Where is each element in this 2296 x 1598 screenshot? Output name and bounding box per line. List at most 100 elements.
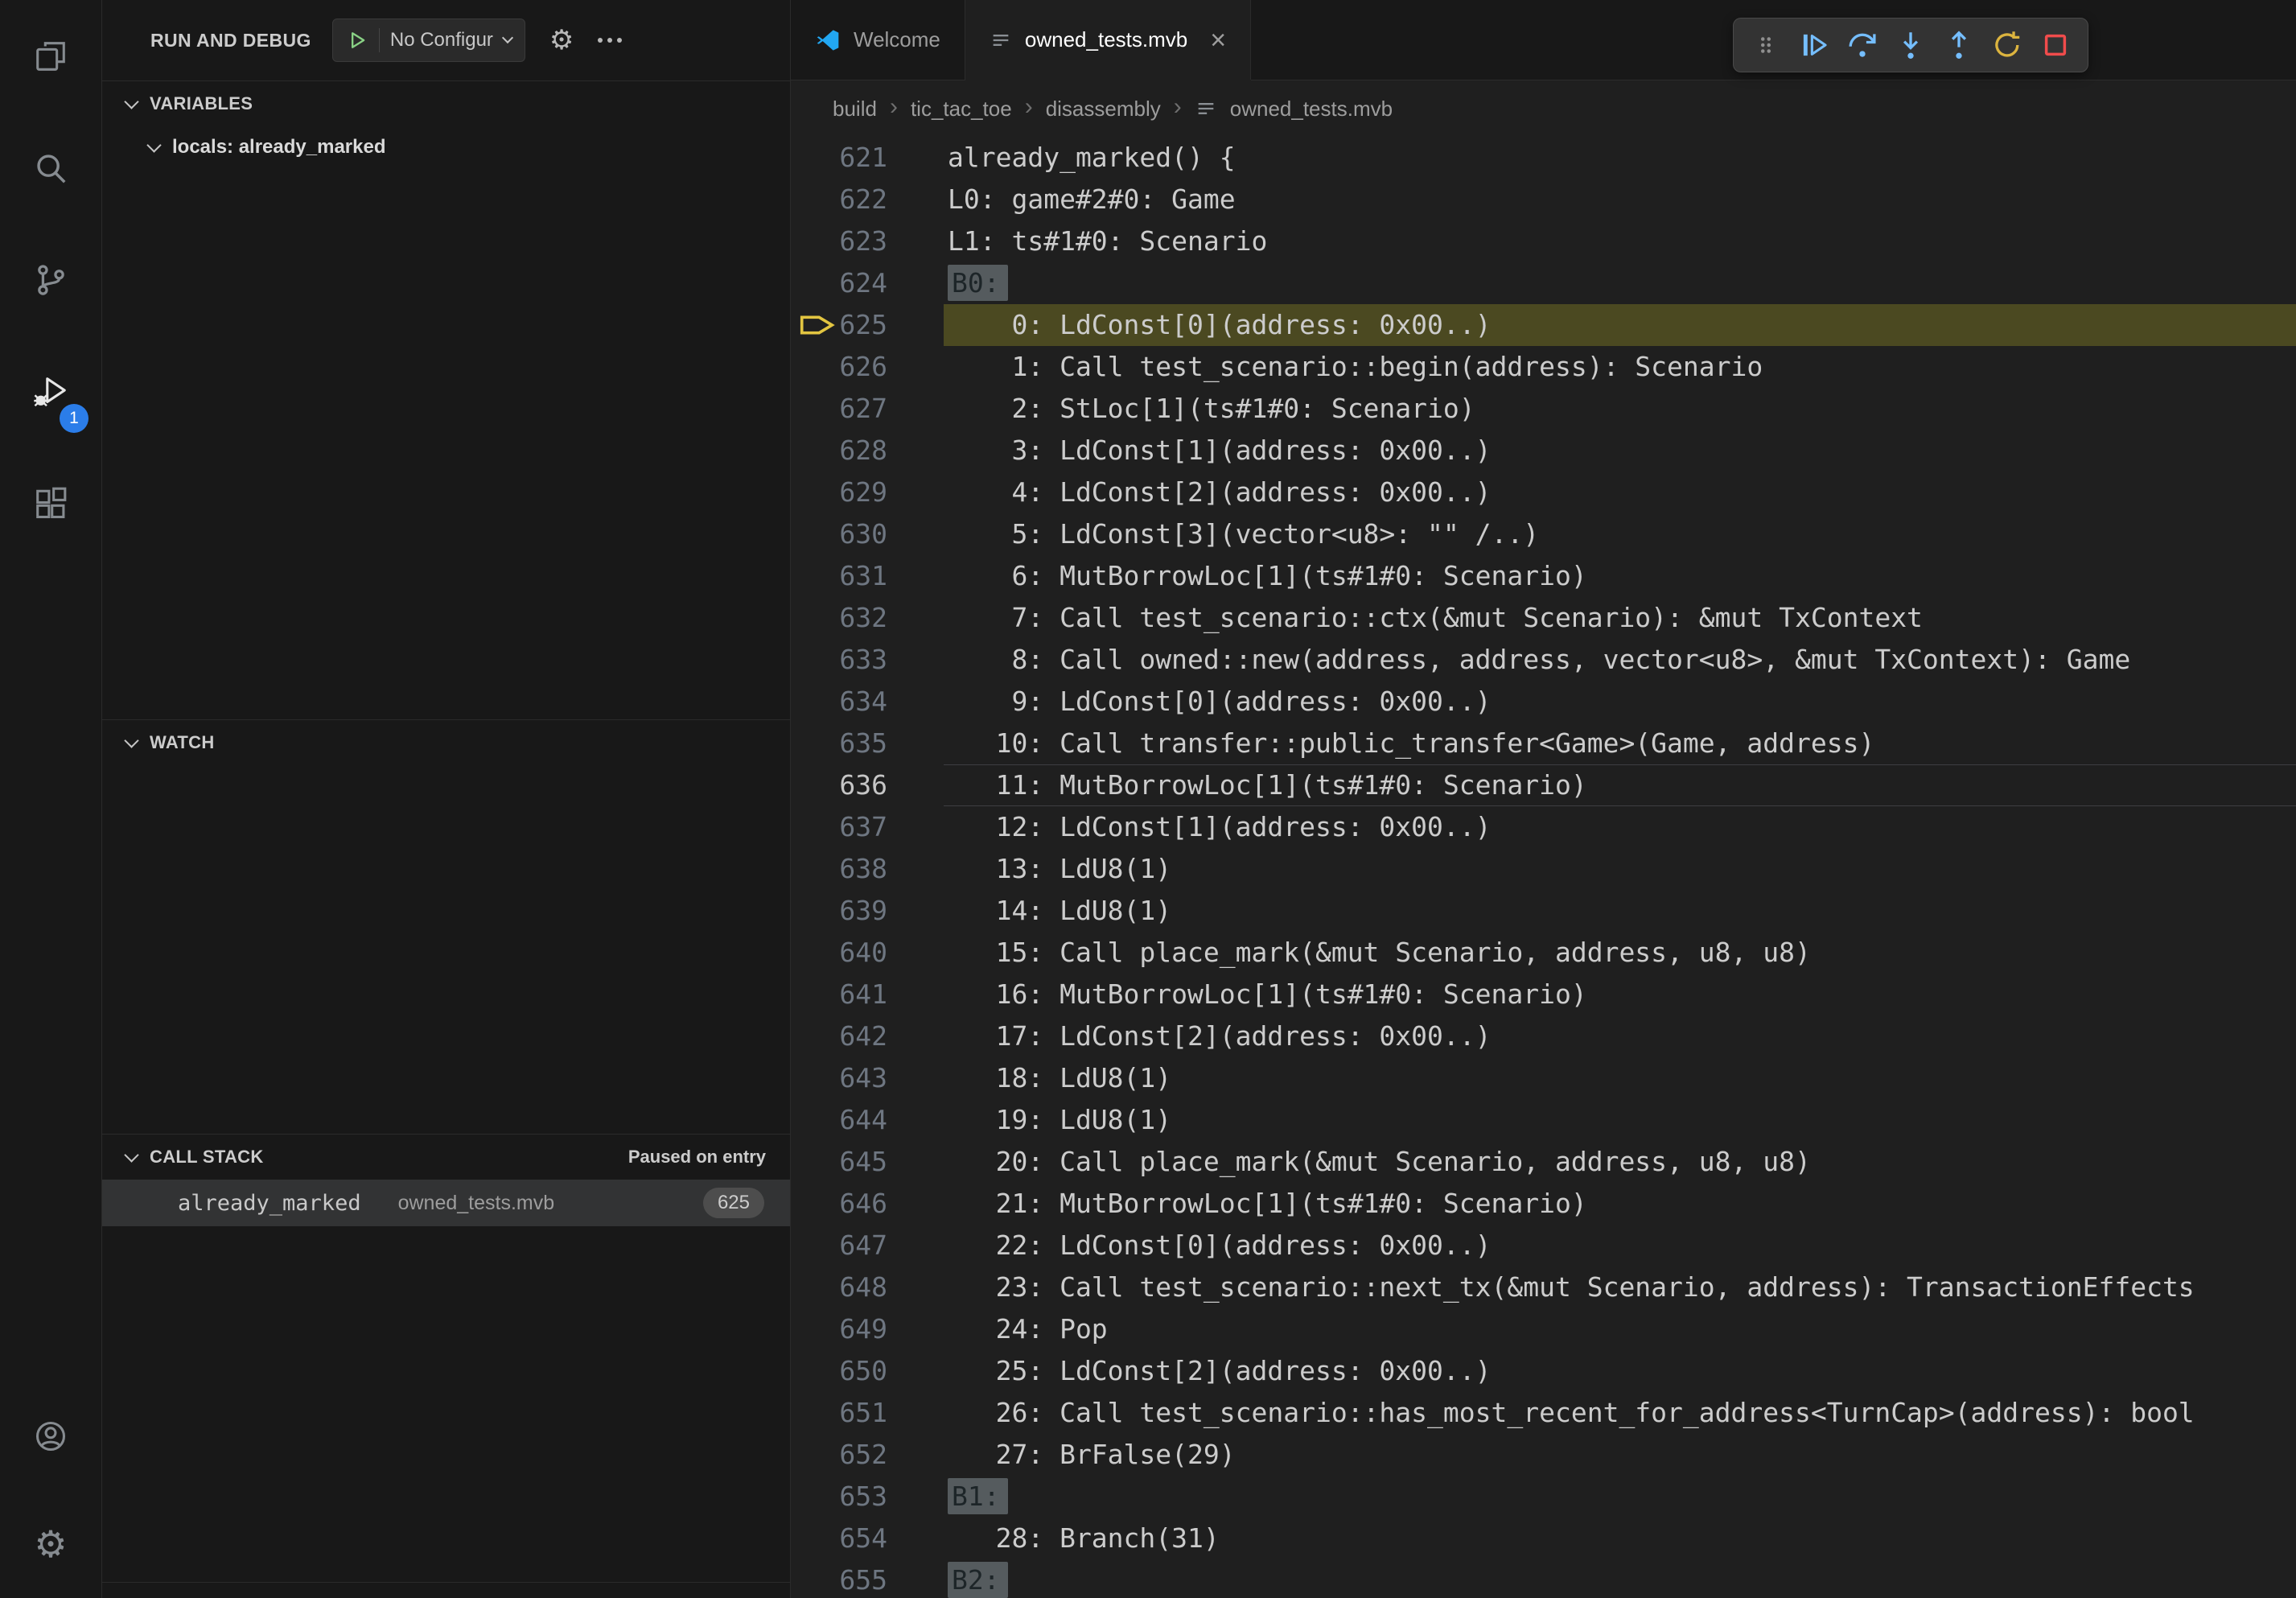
variables-section-header[interactable]: VARIABLES bbox=[102, 81, 790, 126]
gutter-648[interactable]: 648 bbox=[791, 1266, 887, 1308]
code-line-654[interactable]: 654 28: Branch(31) bbox=[791, 1518, 2296, 1559]
breadcrumb-build[interactable]: build bbox=[833, 97, 877, 121]
step-over-button[interactable] bbox=[1840, 23, 1885, 68]
code-line-625[interactable]: 625 0: LdConst[0](address: 0x00..) bbox=[791, 304, 2296, 346]
gutter-630[interactable]: 630 bbox=[791, 513, 887, 555]
code-line-636[interactable]: 636 11: MutBorrowLoc[1](ts#1#0: Scenario… bbox=[791, 764, 2296, 806]
code-line-621[interactable]: 621already_marked() { bbox=[791, 137, 2296, 179]
breakpoints-section-header[interactable]: BREAKPOINTS bbox=[102, 1583, 790, 1598]
gutter-622[interactable]: 622 bbox=[791, 179, 887, 220]
code-line-624[interactable]: 624B0: bbox=[791, 262, 2296, 304]
gutter-642[interactable]: 642 bbox=[791, 1015, 887, 1057]
gutter-625[interactable]: 625 bbox=[791, 304, 887, 346]
code-line-642[interactable]: 642 17: LdConst[2](address: 0x00..) bbox=[791, 1015, 2296, 1057]
gutter-647[interactable]: 647 bbox=[791, 1225, 887, 1266]
gutter-650[interactable]: 650 bbox=[791, 1350, 887, 1392]
debug-gear-icon[interactable]: ⚙ bbox=[549, 27, 574, 54]
gutter-628[interactable]: 628 bbox=[791, 430, 887, 472]
gutter-638[interactable]: 638 bbox=[791, 848, 887, 890]
gutter-651[interactable]: 651 bbox=[791, 1392, 887, 1434]
code-line-627[interactable]: 627 2: StLoc[1](ts#1#0: Scenario) bbox=[791, 388, 2296, 430]
breadcrumb-file[interactable]: owned_tests.mvb bbox=[1230, 97, 1393, 121]
stop-button[interactable] bbox=[2033, 23, 2078, 68]
code-line-634[interactable]: 634 9: LdConst[0](address: 0x00..) bbox=[791, 681, 2296, 723]
code-line-644[interactable]: 644 19: LdU8(1) bbox=[791, 1099, 2296, 1141]
code-line-639[interactable]: 639 14: LdU8(1) bbox=[791, 890, 2296, 932]
code-line-631[interactable]: 631 6: MutBorrowLoc[1](ts#1#0: Scenario) bbox=[791, 555, 2296, 597]
call-stack-section-header[interactable]: CALL STACK Paused on entry bbox=[102, 1135, 790, 1180]
gutter-629[interactable]: 629 bbox=[791, 472, 887, 513]
drag-grip-icon[interactable] bbox=[1743, 23, 1788, 68]
code-line-635[interactable]: 635 10: Call transfer::public_transfer<G… bbox=[791, 723, 2296, 764]
gutter-623[interactable]: 623 bbox=[791, 220, 887, 262]
code-line-655[interactable]: 655B2: bbox=[791, 1559, 2296, 1598]
code-line-646[interactable]: 646 21: MutBorrowLoc[1](ts#1#0: Scenario… bbox=[791, 1183, 2296, 1225]
code-line-629[interactable]: 629 4: LdConst[2](address: 0x00..) bbox=[791, 472, 2296, 513]
code-editor[interactable]: 621already_marked() {622L0: game#2#0: Ga… bbox=[791, 137, 2296, 1598]
account-icon[interactable] bbox=[0, 1382, 101, 1490]
gutter-644[interactable]: 644 bbox=[791, 1099, 887, 1141]
gutter-624[interactable]: 624 bbox=[791, 262, 887, 304]
gutter-634[interactable]: 634 bbox=[791, 681, 887, 723]
code-line-637[interactable]: 637 12: LdConst[1](address: 0x00..) bbox=[791, 806, 2296, 848]
explorer-icon[interactable] bbox=[0, 0, 101, 112]
gutter-640[interactable]: 640 bbox=[791, 932, 887, 974]
code-line-648[interactable]: 648 23: Call test_scenario::next_tx(&mut… bbox=[791, 1266, 2296, 1308]
code-line-638[interactable]: 638 13: LdU8(1) bbox=[791, 848, 2296, 890]
code-line-623[interactable]: 623L1: ts#1#0: Scenario bbox=[791, 220, 2296, 262]
gutter-639[interactable]: 639 bbox=[791, 890, 887, 932]
continue-button[interactable] bbox=[1792, 23, 1837, 68]
code-line-649[interactable]: 649 24: Pop bbox=[791, 1308, 2296, 1350]
locals-scope-row[interactable]: locals: already_marked bbox=[102, 126, 790, 168]
gutter-654[interactable]: 654 bbox=[791, 1518, 887, 1559]
start-debugging-icon[interactable] bbox=[346, 29, 368, 51]
code-line-632[interactable]: 632 7: Call test_scenario::ctx(&mut Scen… bbox=[791, 597, 2296, 639]
extensions-icon[interactable] bbox=[0, 447, 101, 559]
gutter-637[interactable]: 637 bbox=[791, 806, 887, 848]
code-line-628[interactable]: 628 3: LdConst[1](address: 0x00..) bbox=[791, 430, 2296, 472]
gutter-653[interactable]: 653 bbox=[791, 1476, 887, 1518]
gutter-643[interactable]: 643 bbox=[791, 1057, 887, 1099]
code-line-647[interactable]: 647 22: LdConst[0](address: 0x00..) bbox=[791, 1225, 2296, 1266]
tab-welcome[interactable]: Welcome bbox=[791, 0, 965, 80]
code-line-626[interactable]: 626 1: Call test_scenario::begin(address… bbox=[791, 346, 2296, 388]
settings-gear-icon[interactable]: ⚙ bbox=[0, 1490, 101, 1598]
gutter-636[interactable]: 636 bbox=[791, 764, 887, 806]
gutter-632[interactable]: 632 bbox=[791, 597, 887, 639]
gutter-641[interactable]: 641 bbox=[791, 974, 887, 1015]
gutter-635[interactable]: 635 bbox=[791, 723, 887, 764]
tab-owned-tests-mvb[interactable]: owned_tests.mvb × bbox=[965, 0, 1251, 80]
code-line-622[interactable]: 622L0: game#2#0: Game bbox=[791, 179, 2296, 220]
run-and-debug-icon[interactable]: 1 bbox=[0, 336, 101, 447]
gutter-649[interactable]: 649 bbox=[791, 1308, 887, 1350]
gutter-652[interactable]: 652 bbox=[791, 1434, 887, 1476]
code-line-643[interactable]: 643 18: LdU8(1) bbox=[791, 1057, 2296, 1099]
gutter-655[interactable]: 655 bbox=[791, 1559, 887, 1598]
code-line-652[interactable]: 652 27: BrFalse(29) bbox=[791, 1434, 2296, 1476]
code-line-653[interactable]: 653B1: bbox=[791, 1476, 2296, 1518]
gutter-633[interactable]: 633 bbox=[791, 639, 887, 681]
code-line-630[interactable]: 630 5: LdConst[3](vector<u8>: "" /..) bbox=[791, 513, 2296, 555]
search-icon[interactable] bbox=[0, 112, 101, 224]
code-line-633[interactable]: 633 8: Call owned::new(address, address,… bbox=[791, 639, 2296, 681]
gutter-621[interactable]: 621 bbox=[791, 137, 887, 179]
watch-section-header[interactable]: WATCH bbox=[102, 720, 790, 765]
gutter-631[interactable]: 631 bbox=[791, 555, 887, 597]
code-line-650[interactable]: 650 25: LdConst[2](address: 0x00..) bbox=[791, 1350, 2296, 1392]
gutter-646[interactable]: 646 bbox=[791, 1183, 887, 1225]
launch-config-dropdown[interactable]: No Configur bbox=[332, 19, 525, 62]
call-stack-frame-row[interactable]: already_marked owned_tests.mvb 625 bbox=[102, 1180, 790, 1226]
more-actions-icon[interactable] bbox=[595, 30, 625, 51]
breadcrumb-disassembly[interactable]: disassembly bbox=[1046, 97, 1161, 121]
gutter-626[interactable]: 626 bbox=[791, 346, 887, 388]
restart-button[interactable] bbox=[1985, 23, 2030, 68]
code-line-645[interactable]: 645 20: Call place_mark(&mut Scenario, a… bbox=[791, 1141, 2296, 1183]
source-control-icon[interactable] bbox=[0, 224, 101, 336]
step-into-button[interactable] bbox=[1888, 23, 1933, 68]
gutter-645[interactable]: 645 bbox=[791, 1141, 887, 1183]
close-tab-icon[interactable]: × bbox=[1210, 27, 1226, 54]
gutter-627[interactable]: 627 bbox=[791, 388, 887, 430]
code-line-651[interactable]: 651 26: Call test_scenario::has_most_rec… bbox=[791, 1392, 2296, 1434]
step-out-button[interactable] bbox=[1936, 23, 1981, 68]
breadcrumb-tic-tac-toe[interactable]: tic_tac_toe bbox=[911, 97, 1012, 121]
